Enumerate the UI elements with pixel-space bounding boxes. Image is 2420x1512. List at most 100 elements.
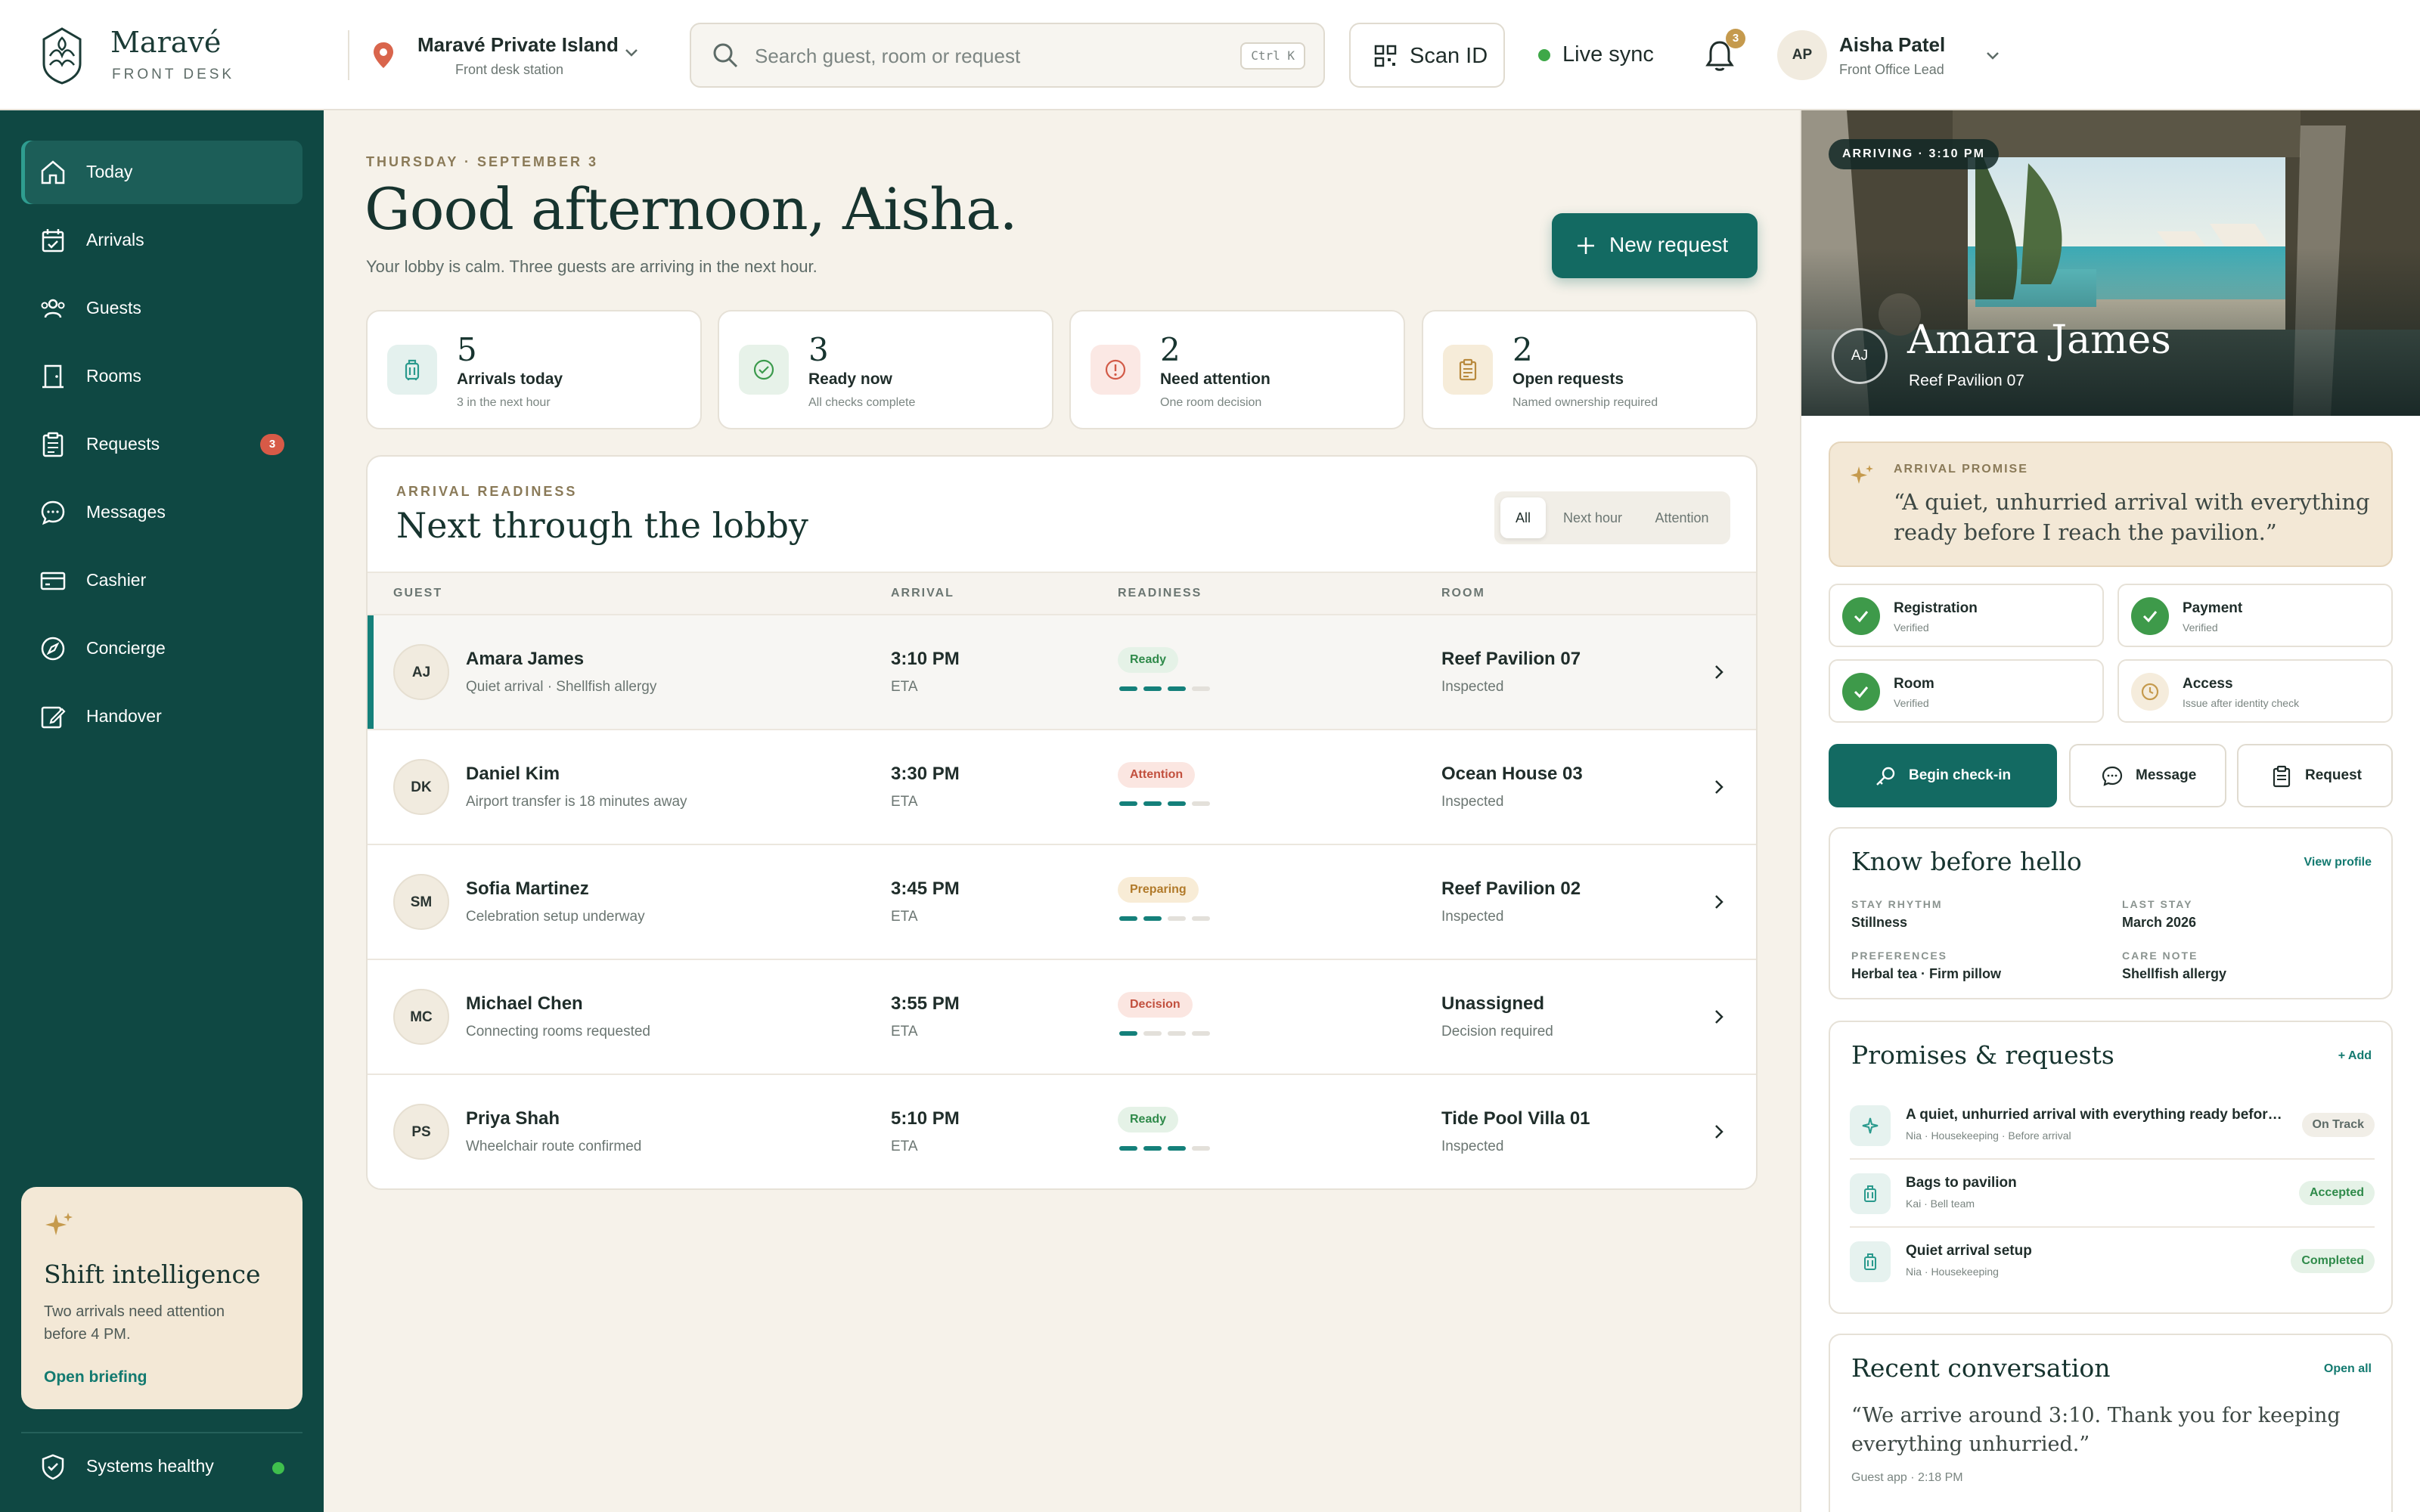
room-status: Inspected (1441, 794, 1504, 810)
check-access[interactable]: Access Issue after identity check (2118, 659, 2393, 723)
filter-attention[interactable]: Attention (1640, 497, 1724, 538)
list-item[interactable]: Bags to pavilion Kai · Bell team Accepte… (1850, 1160, 2375, 1228)
stat-card-open-requests[interactable]: 2 Open requests Named ownership required (1422, 310, 1758, 429)
sparkle-icon (1862, 1117, 1879, 1134)
arrival-eta: ETA (891, 1139, 918, 1154)
status-dot (272, 1462, 284, 1474)
systems-status[interactable]: Systems healthy (21, 1432, 302, 1495)
check-registration[interactable]: Registration Verified (1829, 584, 2104, 647)
check-title: Room (1894, 676, 1934, 692)
request-meta: Nia · Housekeeping · Before arrival (1906, 1129, 2071, 1142)
table-row[interactable]: PS Priya Shah Wheelchair route confirmed… (368, 1075, 1756, 1188)
chevron-down-icon[interactable] (1983, 45, 2003, 65)
arrival-readiness-card: ARRIVAL READINESS Next through the lobby… (366, 455, 1758, 1190)
sidebar-item-rooms[interactable]: Rooms (21, 345, 302, 408)
sidebar-item-guests[interactable]: Guests (21, 277, 302, 340)
view-profile-link[interactable]: View profile (2304, 856, 2372, 869)
sidebar-item-messages[interactable]: Messages (21, 481, 302, 544)
luggage-icon (1864, 1253, 1876, 1270)
check-room[interactable]: Room Verified (1829, 659, 2104, 723)
new-request-button[interactable]: New request (1552, 213, 1758, 278)
guest-room: Reef Pavilion 07 (1909, 372, 2024, 389)
plus-icon (1578, 237, 1594, 254)
sidebar-item-label: Handover (86, 706, 162, 726)
arrival-promise-card: ARRIVAL PROMISE “A quiet, unhurried arri… (1829, 442, 2393, 567)
clock-icon (2141, 683, 2159, 701)
stat-icon-box (387, 345, 437, 395)
guest-name: Amara James (466, 649, 585, 669)
sidebar-item-cashier[interactable]: Cashier (21, 549, 302, 612)
compass-icon (41, 637, 65, 661)
open-briefing-link[interactable]: Open briefing (44, 1368, 147, 1387)
brand[interactable]: Maravé FRONT DESK (36, 26, 231, 85)
search-icon (713, 43, 738, 68)
sidebar-item-label: Guests (86, 298, 141, 318)
check-icon (2142, 611, 2158, 623)
request-icon-box (1850, 1241, 1891, 1282)
stat-card-attention[interactable]: 2 Need attention One room decision (1069, 310, 1405, 429)
room-status: Inspected (1441, 679, 1504, 695)
readiness-progress (1119, 916, 1213, 921)
shift-body: Two arrivals need attention before 4 PM. (44, 1303, 225, 1343)
filter-all[interactable]: All (1500, 497, 1546, 538)
table-row[interactable]: SM Sofia Martinez Celebration setup unde… (368, 845, 1756, 960)
message-button[interactable]: Message (2069, 744, 2226, 807)
promises-requests-card: Promises & requests + Add A quiet, unhur… (1829, 1021, 2393, 1314)
begin-checkin-button[interactable]: Begin check-in (1829, 744, 2057, 807)
status-badge: Attention (1118, 762, 1196, 788)
sidebar-item-arrivals[interactable]: Arrivals (21, 209, 302, 272)
check-status (2131, 597, 2169, 635)
request-button[interactable]: Request (2237, 744, 2393, 807)
stat-subtitle: 3 in the next hour (457, 396, 551, 409)
scan-id-button[interactable]: Scan ID (1349, 23, 1505, 88)
check-subtitle: Issue after identity check (2183, 697, 2300, 709)
brand-subtitle: FRONT DESK (112, 67, 235, 82)
status-badge: Accepted (2298, 1181, 2375, 1205)
guest-note: Celebration setup underway (466, 909, 645, 925)
list-item[interactable]: A quiet, unhurried arrival with everythi… (1850, 1092, 2375, 1160)
table-row[interactable]: MC Michael Chen Connecting rooms request… (368, 960, 1756, 1075)
open-all-link[interactable]: Open all (2324, 1362, 2372, 1376)
user-avatar[interactable]: AP (1777, 30, 1827, 80)
search-input[interactable] (755, 41, 1208, 71)
luggage-icon (405, 359, 420, 380)
field-value: Stillness (1851, 915, 1908, 930)
check-status (1842, 597, 1880, 635)
chevron-right-icon (1715, 665, 1723, 679)
guest-name: Michael Chen (466, 993, 583, 1014)
sidebar-item-handover[interactable]: Handover (21, 685, 302, 748)
sidebar-item-today[interactable]: Today (21, 141, 302, 204)
stat-label: Need attention (1160, 370, 1270, 388)
stat-icon-box (1443, 345, 1493, 395)
stat-card-arrivals[interactable]: 5 Arrivals today 3 in the next hour (366, 310, 702, 429)
qr-code-icon (1374, 45, 1397, 67)
add-request-link[interactable]: + Add (2338, 1049, 2372, 1063)
brand-logo-icon (42, 27, 82, 85)
status-badge: Ready (1118, 1107, 1179, 1132)
user-name[interactable]: Aisha Patel (1839, 33, 1945, 57)
systems-label: Systems healthy (86, 1456, 214, 1476)
sidebar-item-concierge[interactable]: Concierge (21, 617, 302, 680)
table-row[interactable]: DK Daniel Kim Airport transfer is 18 min… (368, 730, 1756, 845)
user-role: Front Office Lead (1839, 62, 1944, 77)
chevron-right-icon (1715, 1010, 1723, 1024)
sidebar-item-requests[interactable]: Requests 3 (21, 413, 302, 476)
search-bar[interactable]: Ctrl K (690, 23, 1325, 88)
field-label: CARE NOTE (2122, 950, 2198, 962)
status-badge: Completed (2291, 1249, 2375, 1273)
check-payment[interactable]: Payment Verified (2118, 584, 2393, 647)
sparkle-icon (1851, 465, 1873, 484)
request-meta: Nia · Housekeeping (1906, 1266, 1999, 1278)
top-bar: Maravé FRONT DESK Maravé Private Island … (0, 0, 2420, 110)
guest-name: Daniel Kim (466, 764, 560, 784)
shield-check-icon (42, 1454, 64, 1480)
know-before-hello-card: Know before hello View profile STAY RHYT… (1829, 827, 2393, 999)
chevron-right-icon (1715, 780, 1723, 794)
chat-icon (41, 500, 65, 525)
guest-note: Airport transfer is 18 minutes away (466, 794, 687, 810)
filter-next-hour[interactable]: Next hour (1550, 497, 1635, 538)
table-row[interactable]: AJ Amara James Quiet arrival · Shellfish… (368, 615, 1756, 730)
stat-card-ready[interactable]: 3 Ready now All checks complete (718, 310, 1053, 429)
luggage-icon (1864, 1185, 1876, 1202)
list-item[interactable]: Quiet arrival setup Nia · Housekeeping C… (1850, 1228, 2375, 1296)
